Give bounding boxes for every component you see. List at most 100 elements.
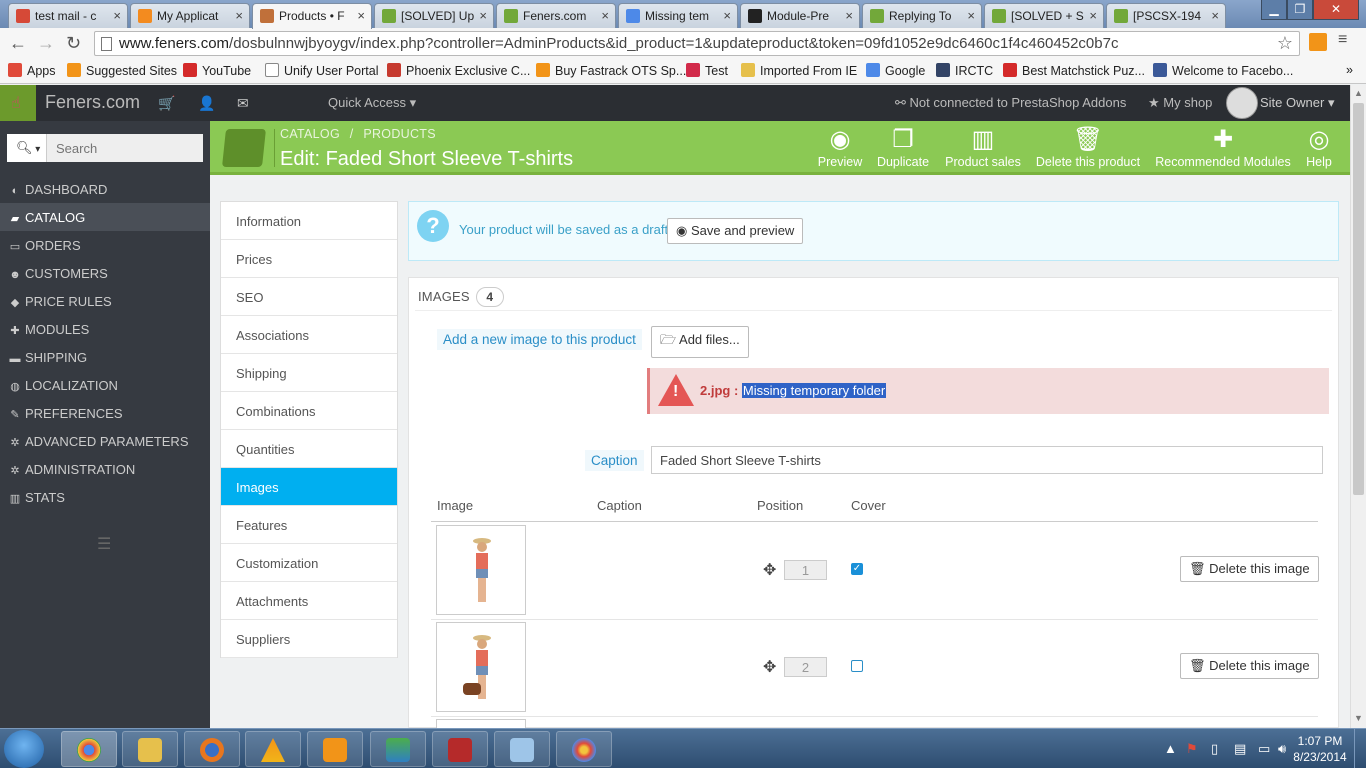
reload-icon[interactable]: ↻ <box>66 33 81 54</box>
close-tab-icon[interactable]: × <box>235 8 243 23</box>
breadcrumb-products[interactable]: PRODUCTS <box>363 127 436 141</box>
tab-attachments[interactable]: Attachments <box>221 582 397 620</box>
tab-suppliers[interactable]: Suppliers <box>221 620 397 658</box>
tab-seo[interactable]: SEO <box>221 278 397 316</box>
caption-input[interactable] <box>651 446 1323 474</box>
show-desktop-button[interactable] <box>1354 729 1366 768</box>
cart-icon[interactable]: 🛒 <box>158 95 175 112</box>
scroll-down-icon[interactable]: ▼ <box>1354 713 1363 723</box>
tab-associations[interactable]: Associations <box>221 316 397 354</box>
sidebar-item-administration[interactable]: ✲ ADMINISTRATION <box>0 455 210 483</box>
user-icon[interactable]: 👤 <box>198 95 215 112</box>
quick-access-dropdown[interactable]: Quick Access ▾ <box>328 95 416 111</box>
delete-image-button[interactable]: 🗑 Delete this image <box>1180 556 1319 582</box>
notepad-taskbar-icon[interactable] <box>494 731 550 767</box>
tab-information[interactable]: Information <box>221 202 397 240</box>
tab-customization[interactable]: Customization <box>221 544 397 582</box>
search-type-button[interactable]: 🔍︎ ▾ <box>7 134 47 162</box>
page-scrollbar[interactable]: ▲ ▼ <box>1350 85 1366 728</box>
address-bar[interactable]: www.feners.com/dosbulnnwjbyoygv/index.ph… <box>94 31 1300 56</box>
collapse-menu-icon[interactable]: ☰ <box>97 534 111 554</box>
forward-icon[interactable]: → <box>37 33 55 54</box>
avatar[interactable] <box>1226 87 1258 119</box>
clock[interactable]: 1:07 PM 8/23/2014 <box>1290 733 1350 765</box>
sidebar-item-shipping[interactable]: ▬ SHIPPING <box>0 343 210 371</box>
close-window-button[interactable]: ✕ <box>1313 0 1359 20</box>
bookmark-item[interactable]: Unify User Portal <box>265 63 378 78</box>
chrome-menu-icon[interactable]: ≡ <box>1338 31 1347 49</box>
cover-checkbox[interactable] <box>851 660 863 672</box>
bookmark-item[interactable]: Apps <box>8 63 56 78</box>
browser-tab[interactable]: test mail - c × <box>8 3 128 28</box>
close-tab-icon[interactable]: × <box>723 8 731 23</box>
toolbar-preview-button[interactable]: ◉ Preview <box>816 125 864 169</box>
browser-tab[interactable]: Module-Pre × <box>740 3 860 28</box>
drag-handle-icon[interactable]: ✥ <box>763 560 776 580</box>
delete-image-button[interactable]: 🗑 Delete this image <box>1180 653 1319 679</box>
close-tab-icon[interactable]: × <box>479 8 487 23</box>
bookmark-item[interactable]: IRCTC <box>936 63 993 78</box>
bookmark-item[interactable]: Buy Fastrack OTS Sp... <box>536 63 686 78</box>
envelope-icon[interactable]: ✉ <box>237 95 249 112</box>
sidebar-item-orders[interactable]: ▭ ORDERS <box>0 231 210 259</box>
explorer-taskbar-icon[interactable] <box>122 731 178 767</box>
start-button[interactable] <box>4 730 44 768</box>
sidebar-item-catalog[interactable]: ▰ CATALOG <box>0 203 210 231</box>
toolbar-duplicate-button[interactable]: ❐ Duplicate <box>876 125 930 169</box>
bookmark-item[interactable]: Best Matchstick Puz... <box>1003 63 1145 78</box>
breadcrumb-catalog[interactable]: CATALOG <box>280 127 340 141</box>
bookmark-item[interactable]: Test <box>686 63 728 78</box>
bookmark-item[interactable]: Welcome to Facebo... <box>1153 63 1293 78</box>
minimize-button[interactable]: ▁ <box>1261 0 1287 20</box>
sidebar-item-customers[interactable]: ☻ CUSTOMERS <box>0 259 210 287</box>
toolbar-delete-this-product-button[interactable]: 🗑 Delete this product <box>1034 125 1142 169</box>
more-bookmarks-icon[interactable]: » <box>1346 63 1353 77</box>
vlc-taskbar-icon[interactable] <box>245 731 301 767</box>
save-and-preview-button[interactable]: ◉ Save and preview <box>667 218 804 244</box>
back-icon[interactable]: ← <box>9 33 27 54</box>
bookmark-item[interactable]: Phoenix Exclusive C... <box>387 63 530 78</box>
battery-icon[interactable]: ▭ <box>1258 741 1270 757</box>
device-icon[interactable]: ▯ <box>1211 741 1218 757</box>
extension-icon[interactable] <box>1309 33 1327 51</box>
tab-features[interactable]: Features <box>221 506 397 544</box>
scroll-up-icon[interactable]: ▲ <box>1354 88 1363 98</box>
firefox-taskbar-icon[interactable] <box>184 731 240 767</box>
bookmark-item[interactable]: Google <box>866 63 925 78</box>
close-tab-icon[interactable]: × <box>357 8 365 23</box>
sidebar-item-modules[interactable]: ✚ MODULES <box>0 315 210 343</box>
flag-icon[interactable]: ⚑ <box>1186 741 1198 757</box>
maximize-button[interactable]: ❐ <box>1287 0 1313 20</box>
my-shop-link[interactable]: ★ My shop <box>1148 95 1212 111</box>
bookmark-item[interactable]: Imported From IE <box>741 63 857 78</box>
close-tab-icon[interactable]: × <box>1089 8 1097 23</box>
employee-dropdown[interactable]: Site Owner ▾ <box>1260 95 1334 111</box>
browser-tab[interactable]: My Applicat × <box>130 3 250 28</box>
sidebar-item-stats[interactable]: ▥ STATS <box>0 483 210 511</box>
close-tab-icon[interactable]: × <box>967 8 975 23</box>
close-tab-icon[interactable]: × <box>1211 8 1219 23</box>
media-player-taskbar-icon[interactable] <box>307 731 363 767</box>
show-hidden-icons[interactable]: ▲ <box>1164 741 1177 756</box>
browser-tab[interactable]: [SOLVED] Up × <box>374 3 494 28</box>
tab-prices[interactable]: Prices <box>221 240 397 278</box>
search-input[interactable] <box>48 134 203 162</box>
sidebar-item-preferences[interactable]: ✎ PREFERENCES <box>0 399 210 427</box>
sidebar-item-localization[interactable]: ◍ LOCALIZATION <box>0 371 210 399</box>
bookmark-star-icon[interactable]: ☆ <box>1277 33 1293 54</box>
chrome-taskbar-icon[interactable] <box>61 731 117 767</box>
scrollbar-thumb[interactable] <box>1353 103 1364 495</box>
browser-tab[interactable]: Feners.com × <box>496 3 616 28</box>
bluestacks-taskbar-icon[interactable] <box>370 731 426 767</box>
shop-name[interactable]: Feners.com <box>45 92 140 113</box>
bookmark-item[interactable]: Suggested Sites <box>67 63 177 78</box>
addons-link[interactable]: ⚯ Not connected to PrestaShop Addons <box>895 95 1126 111</box>
toolbar-help-button[interactable]: ◎ Help <box>1306 125 1332 169</box>
image-thumbnail[interactable] <box>436 525 526 615</box>
browser-tab[interactable]: [SOLVED + S × <box>984 3 1104 28</box>
toolbar-product-sales-button[interactable]: ▥ Product sales <box>944 125 1022 169</box>
volume-icon[interactable]: 🔊︎ <box>1278 741 1286 757</box>
sidebar-item-dashboard[interactable]: ◐ DASHBOARD <box>0 175 210 203</box>
bookmark-item[interactable]: YouTube <box>183 63 251 78</box>
browser-tab[interactable]: Replying To × <box>862 3 982 28</box>
